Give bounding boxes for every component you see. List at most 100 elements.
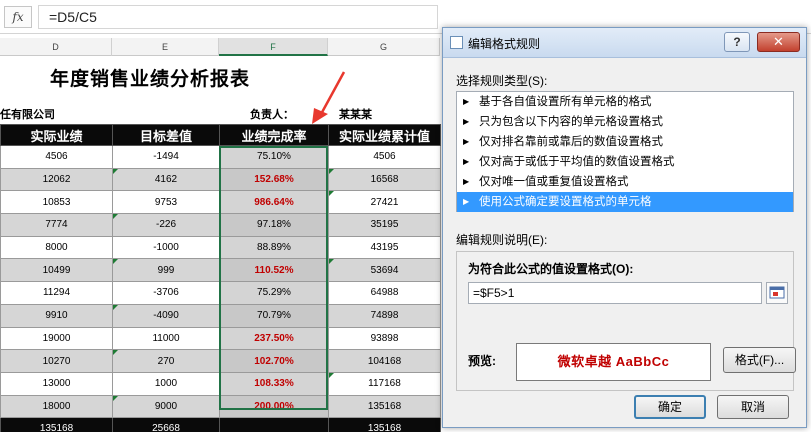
cumulative-cell[interactable]: 117168: [328, 371, 441, 396]
actual-cell[interactable]: 4506: [0, 145, 113, 169]
rate-cell[interactable]: 986.64%: [219, 190, 329, 215]
cancel-button[interactable]: 取消: [717, 395, 789, 419]
actual-cell[interactable]: 12062: [0, 167, 113, 192]
edit-formatting-rule-dialog: 编辑格式规则 ? ✕ 选择规则类型(S): 基于各自值设置所有单元格的格式 只为…: [442, 27, 807, 428]
rule-type-item[interactable]: 仅对高于或低于平均值的数值设置格式: [457, 152, 793, 172]
responsible-label-cell[interactable]: 负责人：: [250, 106, 294, 122]
rate-cell[interactable]: 152.68%: [219, 167, 329, 192]
column-header-e[interactable]: E: [112, 38, 219, 56]
diff-cell[interactable]: -3706: [112, 281, 220, 305]
totals-row: 135168 25668 135168: [0, 417, 441, 432]
total-cumulative-cell[interactable]: 135168: [328, 417, 441, 432]
rate-cell[interactable]: 70.79%: [219, 303, 329, 328]
actual-cell[interactable]: 19000: [0, 326, 113, 351]
rate-cell[interactable]: 75.10%: [219, 145, 329, 169]
diff-cell[interactable]: 270: [112, 349, 220, 373]
rate-cell[interactable]: 110.52%: [219, 258, 329, 283]
actual-cell[interactable]: 18000: [0, 394, 113, 419]
table-row: 13000 1000 108.33% 117168: [0, 371, 441, 396]
formula-input[interactable]: =D5/C5: [38, 5, 438, 29]
table-row: 8000 -1000 88.89% 43195: [0, 235, 441, 260]
range-picker-icon: [769, 286, 785, 299]
rule-type-item-selected[interactable]: 使用公式确定要设置格式的单元格: [457, 192, 793, 212]
table-row: 19000 11000 237.50% 93898: [0, 326, 441, 351]
rule-type-list: 基于各自值设置所有单元格的格式 只为包含以下内容的单元格设置格式 仅对排名靠前或…: [456, 91, 794, 212]
sheet-title[interactable]: 年度销售业绩分析报表: [50, 64, 250, 91]
cumulative-cell[interactable]: 53694: [328, 258, 441, 283]
table-header-row: 实际业绩 目标差值 业绩完成率 实际业绩累计值: [0, 124, 441, 146]
total-rate-cell[interactable]: [219, 417, 329, 432]
rule-type-item[interactable]: 仅对唯一值或重复值设置格式: [457, 172, 793, 192]
rule-type-label: 选择规则类型(S):: [456, 74, 548, 88]
cumulative-cell[interactable]: 27421: [328, 190, 441, 215]
rule-type-item[interactable]: 仅对排名靠前或靠后的数值设置格式: [457, 132, 793, 152]
cumulative-cell[interactable]: 4506: [328, 145, 441, 169]
header-rate[interactable]: 业绩完成率: [219, 124, 329, 146]
rule-description-panel: 为符合此公式的值设置格式(O): =$F5>1 预览: 微软卓越 AaBbCc …: [456, 251, 796, 391]
actual-cell[interactable]: 10499: [0, 258, 113, 283]
table-row: 11294 -3706 75.29% 64988: [0, 281, 441, 305]
responsible-name-cell[interactable]: 某某某: [339, 106, 372, 122]
diff-cell[interactable]: 1000: [112, 371, 220, 396]
close-button[interactable]: ✕: [757, 32, 800, 52]
cumulative-cell[interactable]: 104168: [328, 349, 441, 373]
diff-cell[interactable]: -1494: [112, 145, 220, 169]
rule-type-item[interactable]: 基于各自值设置所有单元格的格式: [457, 92, 793, 112]
formula-caption: 为符合此公式的值设置格式(O):: [468, 262, 634, 276]
preview-label: 预览:: [468, 354, 496, 368]
rate-cell[interactable]: 108.33%: [219, 371, 329, 396]
actual-cell[interactable]: 9910: [0, 303, 113, 328]
cumulative-cell[interactable]: 43195: [328, 235, 441, 260]
dialog-title: 编辑格式规则: [468, 37, 541, 51]
rate-cell[interactable]: 97.18%: [219, 213, 329, 237]
table-row: 7774 -226 97.18% 35195: [0, 213, 441, 237]
actual-cell[interactable]: 10853: [0, 190, 113, 215]
rate-cell[interactable]: 237.50%: [219, 326, 329, 351]
insert-function-icon[interactable]: fx: [4, 6, 32, 28]
cumulative-cell[interactable]: 64988: [328, 281, 441, 305]
diff-cell[interactable]: 9753: [112, 190, 220, 215]
header-diff[interactable]: 目标差值: [112, 124, 220, 146]
cumulative-cell[interactable]: 74898: [328, 303, 441, 328]
rate-cell[interactable]: 88.89%: [219, 235, 329, 260]
column-header-d[interactable]: D: [0, 38, 112, 56]
table-row: 12062 4162 152.68% 16568: [0, 167, 441, 192]
actual-cell[interactable]: 8000: [0, 235, 113, 260]
help-button[interactable]: ?: [724, 32, 750, 52]
rule-description-label: 编辑规则说明(E):: [456, 233, 548, 247]
header-cumulative[interactable]: 实际业绩累计值: [328, 124, 441, 146]
diff-cell[interactable]: -4090: [112, 303, 220, 328]
rate-cell[interactable]: 75.29%: [219, 281, 329, 305]
diff-cell[interactable]: 11000: [112, 326, 220, 351]
cumulative-cell[interactable]: 93898: [328, 326, 441, 351]
diff-cell[interactable]: 9000: [112, 394, 220, 419]
diff-cell[interactable]: 999: [112, 258, 220, 283]
cumulative-cell[interactable]: 35195: [328, 213, 441, 237]
total-diff-cell[interactable]: 25668: [112, 417, 220, 432]
diff-cell[interactable]: -1000: [112, 235, 220, 260]
diff-cell[interactable]: 4162: [112, 167, 220, 192]
actual-cell[interactable]: 13000: [0, 371, 113, 396]
actual-cell[interactable]: 7774: [0, 213, 113, 237]
table-row: 10499 999 110.52% 53694: [0, 258, 441, 283]
header-actual[interactable]: 实际业绩: [0, 124, 113, 146]
rate-cell[interactable]: 102.70%: [219, 349, 329, 373]
dialog-titlebar[interactable]: 编辑格式规则 ? ✕: [443, 28, 806, 58]
actual-cell[interactable]: 10270: [0, 349, 113, 373]
diff-cell[interactable]: -226: [112, 213, 220, 237]
column-header-g[interactable]: G: [328, 38, 440, 56]
range-picker-button[interactable]: [766, 282, 788, 304]
actual-cell[interactable]: 11294: [0, 281, 113, 305]
total-actual-cell[interactable]: 135168: [0, 417, 113, 432]
company-cell[interactable]: 任有限公司: [0, 106, 55, 122]
ok-button[interactable]: 确定: [634, 395, 706, 419]
column-headers: D E F G: [0, 38, 440, 56]
format-button[interactable]: 格式(F)...: [723, 347, 796, 373]
cumulative-cell[interactable]: 135168: [328, 394, 441, 419]
rate-cell[interactable]: 200.00%: [219, 394, 329, 419]
sales-table: 实际业绩 目标差值 业绩完成率 实际业绩累计值 4506 -1494 75.10% 4…: [0, 124, 441, 432]
rule-formula-input[interactable]: =$F5>1: [468, 282, 762, 304]
cumulative-cell[interactable]: 16568: [328, 167, 441, 192]
column-header-f[interactable]: F: [219, 38, 328, 56]
rule-type-item[interactable]: 只为包含以下内容的单元格设置格式: [457, 112, 793, 132]
